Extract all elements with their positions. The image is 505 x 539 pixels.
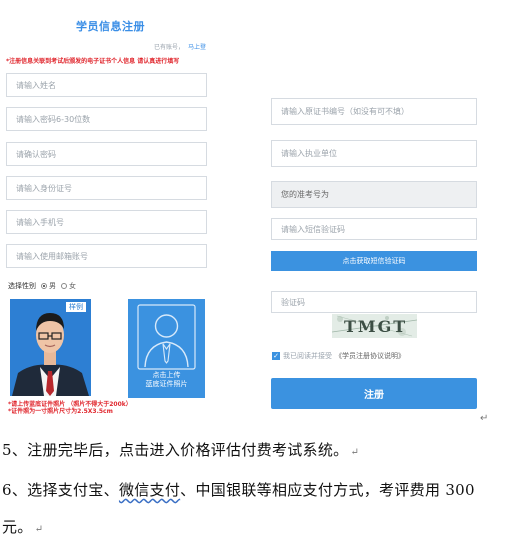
register-button[interactable]: 注册	[271, 378, 477, 409]
login-link[interactable]: 马上登	[188, 44, 206, 51]
phone-input[interactable]: 请输入手机号	[6, 210, 207, 234]
sms-code-input[interactable]: 请输入短信验证码	[271, 218, 477, 240]
agreement-row: ✓ 我已阅读并接受 《学员注册协议说明》	[272, 351, 405, 361]
form-title: 学员信息注册	[76, 20, 145, 33]
email-input[interactable]: 请输入使用邮箱账号	[6, 244, 207, 268]
doc-line-7: 元。 ↵	[2, 516, 43, 537]
have-account-hint: 已有账号， 马上登	[154, 42, 206, 51]
registration-notice: *注册信息关联到考试后颁发的电子证书个人信息 请认真进行填写	[6, 58, 180, 65]
agreement-link[interactable]: 《学员注册协议说明》	[335, 351, 405, 361]
upload-text-line2: 蓝底证件照片	[145, 380, 188, 388]
gender-female-label: 女	[69, 282, 76, 290]
captcha-input[interactable]: 验证码	[271, 291, 477, 313]
doc-line-6-part-c: 、中国银联等相应支付方式，考评费用 300	[180, 481, 475, 499]
radio-unchecked-icon	[61, 283, 67, 289]
photo-note-dimension: *证件照为一寸照片尺寸为2.5X3.5cm	[8, 408, 113, 415]
agree-checkbox[interactable]: ✓	[272, 352, 280, 360]
gender-female-radio[interactable]: 女	[61, 281, 76, 291]
doc-line-6-part-a: 6、选择支付宝、	[2, 481, 119, 499]
sample-person-image	[10, 299, 91, 396]
gender-male-radio[interactable]: 男	[41, 281, 56, 291]
name-input[interactable]: 请输入姓名	[6, 73, 207, 97]
doc-line-7-text: 元。	[2, 518, 33, 536]
get-sms-code-button[interactable]: 点击获取短信验证码	[271, 251, 477, 271]
password-input[interactable]: 请输入密码6-30位数	[6, 107, 207, 131]
gender-selector: 选择性别 男 女	[8, 281, 76, 291]
radio-checked-icon	[41, 283, 47, 289]
doc-line-5: 5、注册完毕后，点击进入价格评估付费考试系统。 ↵	[2, 439, 359, 460]
photo-note-size: *请上传蓝底证件照片 （照片不得大于200k）	[8, 401, 132, 408]
gender-male-label: 男	[49, 282, 56, 290]
gender-label: 选择性别	[8, 282, 36, 290]
agree-prefix: 我已阅读并接受	[283, 352, 332, 360]
photo-notes: *请上传蓝底证件照片 （照片不得大于200k） *证件照为一寸照片尺寸为2.5X…	[8, 401, 132, 415]
have-account-text: 已有账号，	[154, 44, 185, 51]
doc-line-6-wechat-pay: 微信支付	[118, 481, 181, 499]
return-mark-icon: ↵	[480, 413, 489, 424]
return-mark-icon: ↵	[350, 447, 360, 458]
doc-line-5-text: 5、注册完毕后，点击进入价格评估付费考试系统。	[2, 441, 349, 459]
captcha-image[interactable]: TMGT	[332, 314, 417, 338]
doc-line-6: 6、选择支付宝、微信支付、中国银联等相应支付方式，考评费用 300	[2, 479, 475, 500]
registration-form: 学员信息注册 已有账号， 马上登 *注册信息关联到考试后颁发的电子证书个人信息 请…	[0, 0, 505, 424]
sample-photo: 样例	[10, 299, 91, 396]
upload-photo-button[interactable]: 点击上传 蓝底证件照片	[128, 299, 205, 398]
certificate-number-input[interactable]: 请输入原证书编号（如没有可不填）	[271, 98, 477, 125]
upload-text-line1: 点击上传	[152, 371, 181, 379]
confirm-password-input[interactable]: 请确认密码	[6, 142, 207, 166]
captcha-graphic: TMGT	[332, 314, 417, 338]
captcha-text: TMGT	[344, 317, 407, 336]
sample-tag: 样例	[65, 301, 87, 313]
return-mark-icon: ↵	[34, 524, 44, 535]
exam-number-field: 您的准考号为	[271, 181, 477, 208]
id-number-input[interactable]: 请输入身份证号	[6, 176, 207, 200]
company-input[interactable]: 请输入执业单位	[271, 140, 477, 167]
